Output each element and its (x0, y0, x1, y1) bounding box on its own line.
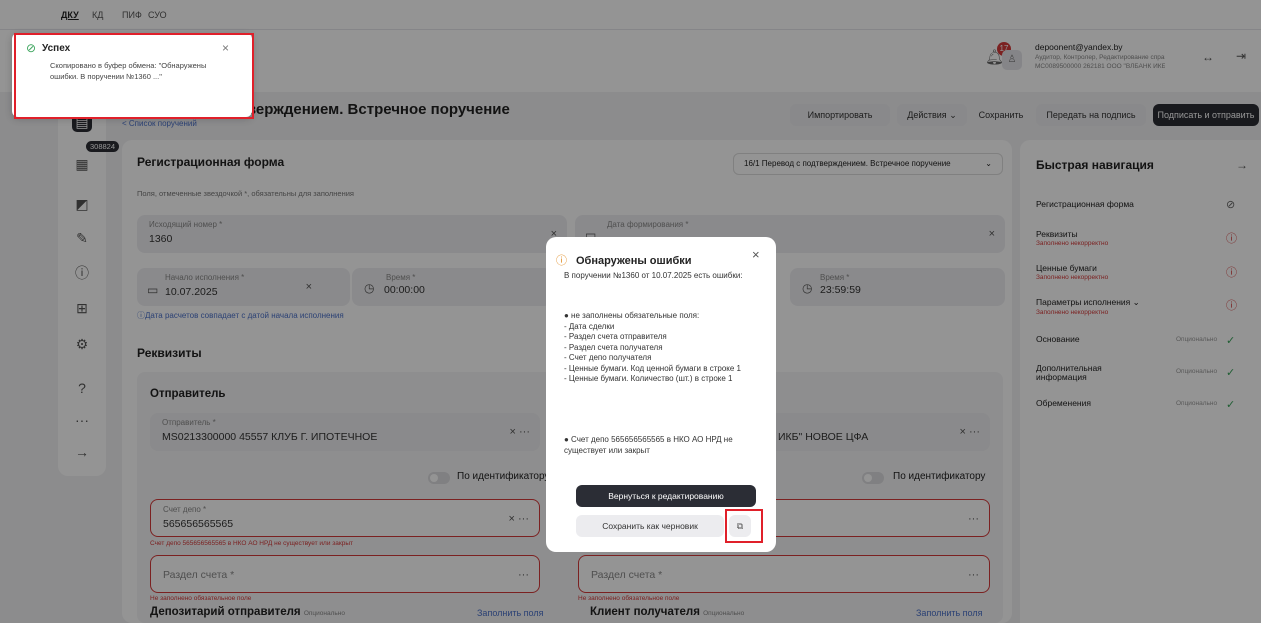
missing-item: - Раздел счета отправителя (564, 332, 667, 341)
missing-item: - Счет депо получателя (564, 353, 652, 362)
highlight-box-copy (725, 509, 763, 543)
missing-item: - Ценные бумаги. Код ценной бумаги в стр… (564, 363, 741, 373)
save-draft-button[interactable]: Сохранить как черновик (576, 515, 724, 537)
errors-modal: ⓘ Обнаружены ошибки × В поручении №1360 … (546, 237, 776, 552)
highlight-box-toast (14, 33, 254, 119)
missing-item: - Ценные бумаги. Количество (шт.) в стро… (564, 374, 733, 383)
missing-item: - Дата сделки (564, 321, 615, 331)
modal-intro: В поручении №1360 от 10.07.2025 есть оши… (564, 271, 743, 280)
modal-title: Обнаружены ошибки (576, 255, 692, 267)
depo-error-text: ● Счет депо 565656565565 в НКО АО НРД не… (564, 435, 733, 455)
back-to-edit-button[interactable]: Вернуться к редактированию (576, 485, 756, 507)
missing-header: ● не заполнены обязательные поля: (564, 311, 700, 320)
close-icon[interactable]: × (752, 247, 760, 262)
missing-fields-list: ● не заполнены обязательные поля: - Дата… (564, 311, 759, 385)
missing-item: - Раздел счета получателя (564, 342, 663, 352)
warning-icon: ⓘ (556, 255, 567, 267)
